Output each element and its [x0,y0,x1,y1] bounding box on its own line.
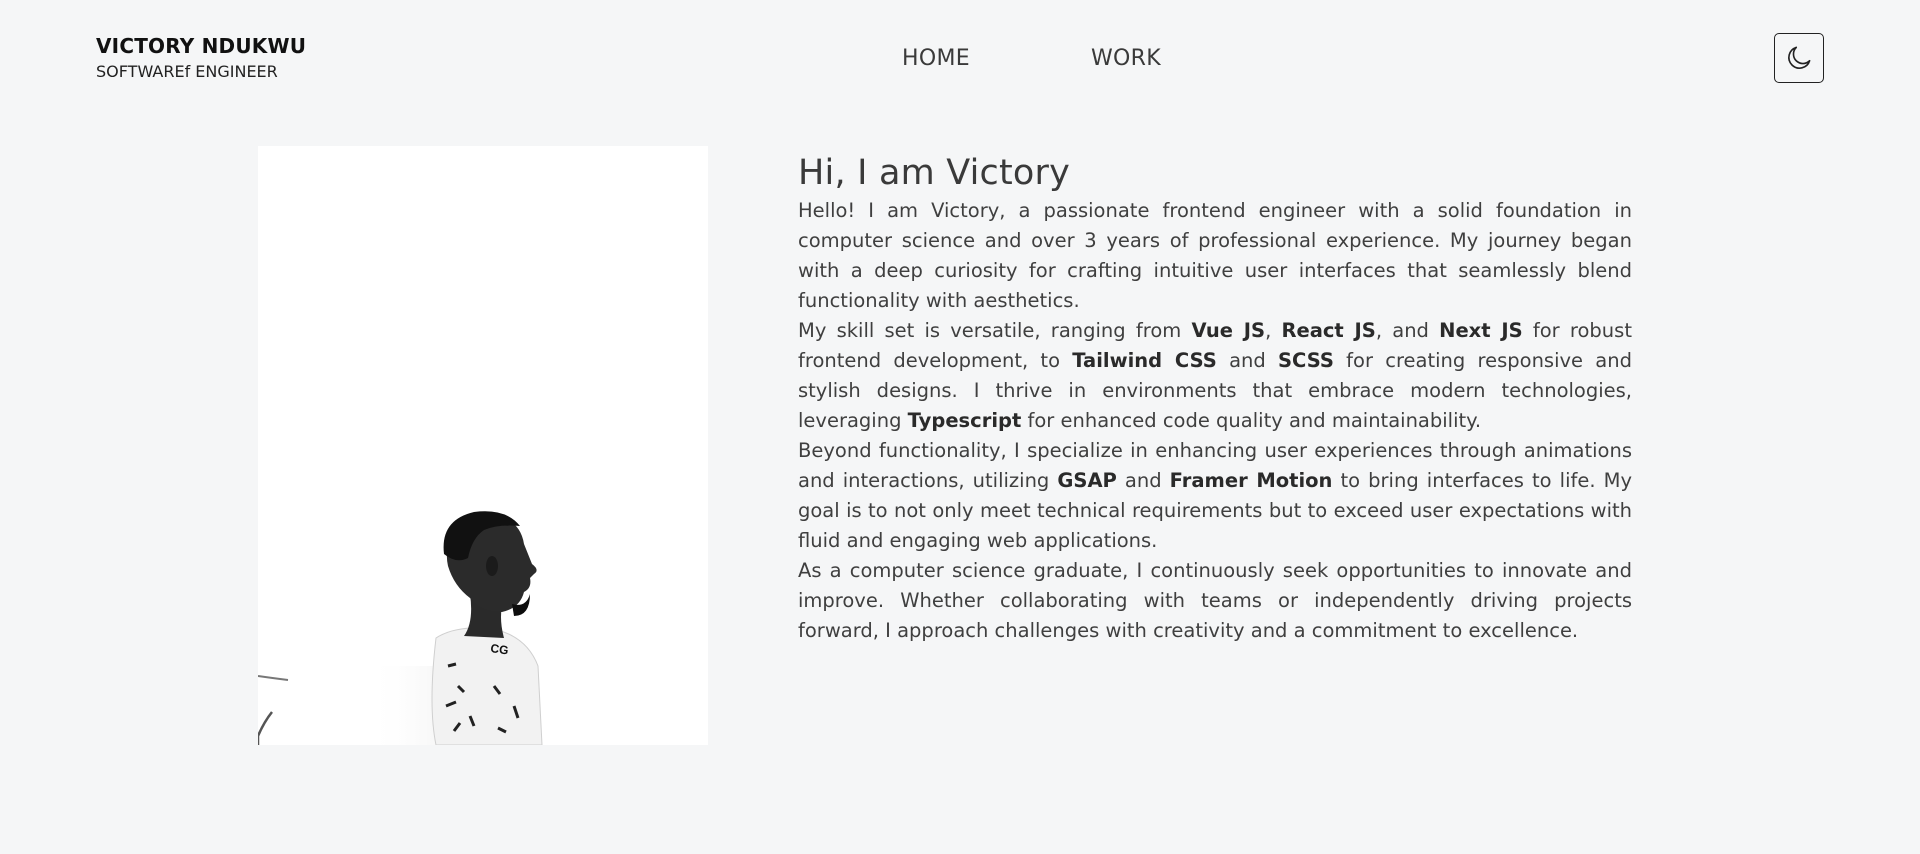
skill-scss: SCSS [1278,349,1334,372]
moon-icon [1788,46,1811,69]
about-section: Hi, I am Victory Hello! I am Victory, a … [798,150,1632,646]
intro-paragraph: Hello! I am Victory, a passionate fronte… [798,199,1632,312]
animation-paragraph: Beyond functionality, I specialize in en… [798,439,1632,552]
nav-work-link[interactable]: WORK [1091,44,1161,74]
skill-typescript: Typescript [907,409,1022,432]
closing-paragraph: As a computer science graduate, I contin… [798,559,1632,642]
brand-role: SOFTWAREf ENGINEER [96,62,278,81]
skill-framer-motion: Framer Motion [1169,469,1333,492]
skills-paragraph: My skill set is versatile, ranging from … [798,319,1632,432]
site-header: VICTORY NDUKWU SOFTWAREf ENGINEER HOME W… [0,0,1920,110]
brand[interactable]: VICTORY NDUKWU SOFTWAREf ENGINEER [96,34,306,82]
nav-home-link[interactable]: HOME [902,44,970,74]
svg-text:CG: CG [490,641,510,657]
skill-tailwind: Tailwind CSS [1072,349,1217,372]
portrait-photo: CG [258,146,708,745]
skill-react: React JS [1281,319,1376,342]
skill-gsap: GSAP [1057,469,1117,492]
main-nav: HOME WORK [902,44,1161,74]
theme-toggle-button[interactable] [1774,33,1824,83]
skill-vue: Vue JS [1191,319,1266,342]
skill-next: Next JS [1439,319,1523,342]
brand-name: VICTORY NDUKWU [96,34,307,58]
portrait-illustration: CG [258,146,708,745]
page-title: Hi, I am Victory [798,153,1070,193]
